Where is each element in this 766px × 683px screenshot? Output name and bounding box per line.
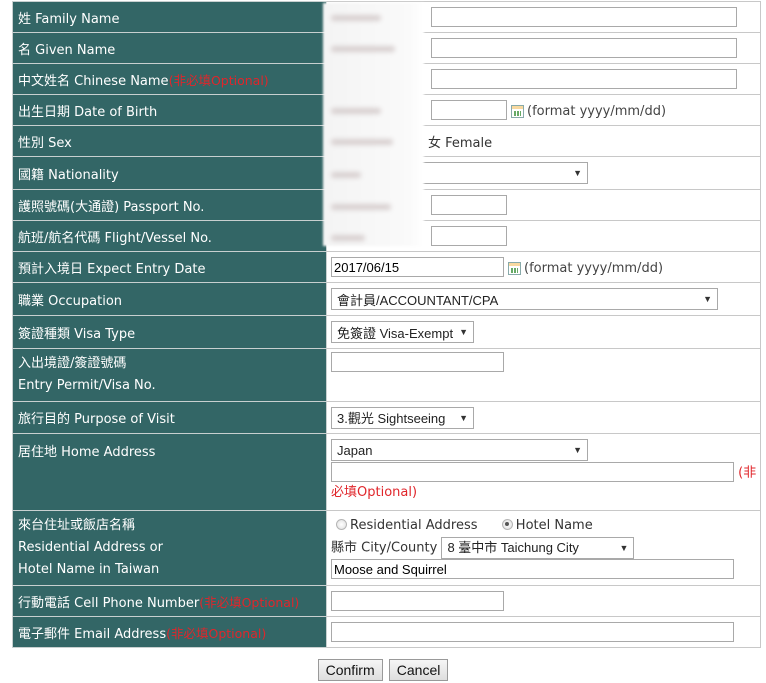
optional-note: (非: [738, 465, 757, 481]
visa-type-selected: 免簽證 Visa-Exempt: [337, 325, 454, 341]
dob-label: 出生日期 Date of Birth: [12, 94, 327, 126]
visa-type-label-text: 簽證種類 Visa Type: [18, 326, 136, 342]
flight-input[interactable]: [431, 226, 507, 246]
purpose-selected: 3.觀光 Sightseeing: [337, 411, 446, 426]
dob-format-hint: (format yyyy/mm/dd): [527, 103, 667, 119]
city-county-selected: 8 臺中市 Taichung City: [447, 539, 579, 555]
nationality-label-text: 國籍 Nationality: [18, 167, 119, 183]
home-address-label: 居住地 Home Address: [12, 433, 327, 511]
dob-input[interactable]: [431, 100, 507, 120]
home-country-select[interactable]: Japan ▼: [331, 439, 588, 461]
home-country-selected: Japan: [337, 442, 373, 458]
cancel-button[interactable]: Cancel: [388, 659, 449, 681]
entry-permit-label-line2: Entry Permit/Visa No.: [18, 378, 156, 393]
redacted-text: [331, 139, 393, 145]
occupation-select[interactable]: 會計員/ACCOUNTANT/CPA ▼: [331, 288, 718, 310]
sex-label: 性別 Sex: [12, 125, 327, 157]
optional-note: (非必填Optional): [168, 72, 269, 88]
family-name-label-text: 姓 Family Name: [18, 11, 120, 27]
chinese-name-input[interactable]: [431, 69, 737, 89]
redacted-text: [331, 46, 395, 52]
hotel-name-input[interactable]: [331, 559, 734, 579]
home-address-label-text: 居住地 Home Address: [18, 445, 156, 460]
chevron-down-icon: ▼: [573, 445, 582, 455]
redacted-text: [331, 235, 365, 241]
chinese-name-label-text: 中文姓名 Chinese Name: [18, 73, 169, 89]
radio-residential-label[interactable]: Residential Address: [350, 518, 478, 533]
redacted-text: [331, 15, 381, 21]
email-label: 電子郵件 Email Address(非必填Optional): [12, 616, 327, 648]
entry-date-label-text: 預計入境日 Expect Entry Date: [18, 261, 206, 277]
optional-note: (非必填Optional): [166, 625, 267, 641]
cell-phone-input[interactable]: [331, 591, 504, 611]
nationality-label: 國籍 Nationality: [12, 156, 327, 190]
family-name-input[interactable]: [431, 7, 737, 27]
occupation-selected: 會計員/ACCOUNTANT/CPA: [337, 292, 499, 308]
home-address-input[interactable]: [331, 462, 734, 482]
entry-date-input[interactable]: [331, 257, 504, 277]
entry-permit-input[interactable]: [331, 352, 504, 372]
privacy-blur-overlay: [323, 3, 424, 246]
chevron-down-icon: ▼: [703, 294, 712, 304]
confirm-button[interactable]: Confirm: [317, 659, 383, 681]
entry-permit-label: 入出境證/簽證號碼 Entry Permit/Visa No.: [12, 348, 327, 402]
passport-input[interactable]: [431, 195, 507, 215]
visa-type-select[interactable]: 免簽證 Visa-Exempt ▼: [331, 321, 474, 343]
cell-phone-label: 行動電話 Cell Phone Number(非必填Optional): [12, 585, 327, 617]
city-county-select[interactable]: 8 臺中市 Taichung City ▼: [441, 536, 635, 559]
radio-hotel-label[interactable]: Hotel Name: [516, 518, 593, 533]
calendar-icon[interactable]: [511, 104, 524, 118]
form-actions: Confirm Cancel: [0, 659, 766, 681]
occupation-label: 職業 Occupation: [12, 282, 327, 316]
given-name-input[interactable]: [431, 38, 737, 58]
family-name-label: 姓 Family Name: [12, 1, 327, 33]
redacted-text: [331, 204, 391, 210]
given-name-label-text: 名 Given Name: [18, 42, 116, 58]
dob-label-text: 出生日期 Date of Birth: [18, 104, 158, 120]
taiwan-address-label-line2: Residential Address or: [18, 540, 163, 555]
taiwan-address-label-line3: Hotel Name in Taiwan: [18, 562, 160, 577]
taiwan-address-label-line1: 來台住址或飯店名稱: [18, 518, 136, 533]
occupation-label-text: 職業 Occupation: [18, 293, 123, 309]
taiwan-address-label: 來台住址或飯店名稱 Residential Address or Hotel N…: [12, 510, 327, 586]
entry-date-format-hint: (format yyyy/mm/dd): [524, 260, 664, 276]
chevron-down-icon: ▼: [573, 168, 582, 178]
sex-female-option[interactable]: 女 Female: [428, 136, 492, 151]
redacted-text: [331, 172, 361, 178]
email-label-text: 電子郵件 Email Address: [18, 626, 167, 642]
given-name-label: 名 Given Name: [12, 32, 327, 64]
entry-date-label: 預計入境日 Expect Entry Date: [12, 251, 327, 283]
redacted-text: [331, 108, 381, 114]
cell-phone-label-text: 行動電話 Cell Phone Number: [18, 595, 200, 611]
radio-hotel-name[interactable]: [501, 518, 513, 530]
purpose-label: 旅行目的 Purpose of Visit: [12, 401, 327, 434]
entry-permit-label-line1: 入出境證/簽證號碼: [18, 356, 127, 371]
flight-label: 航班/航名代碼 Flight/Vessel No.: [12, 220, 327, 252]
purpose-label-text: 旅行目的 Purpose of Visit: [18, 412, 175, 427]
flight-label-text: 航班/航名代碼 Flight/Vessel No.: [18, 230, 212, 246]
chevron-down-icon: ▼: [459, 327, 468, 337]
chevron-down-icon: ▼: [459, 412, 468, 423]
chinese-name-label: 中文姓名 Chinese Name(非必填Optional): [12, 63, 327, 95]
passport-label: 護照號碼(大通證) Passport No.: [12, 189, 327, 221]
optional-note-continued: 必填Optional): [331, 485, 418, 500]
purpose-select[interactable]: 3.觀光 Sightseeing ▼: [331, 406, 474, 429]
optional-note: (非必填Optional): [199, 594, 300, 610]
radio-residential-address[interactable]: [336, 518, 347, 530]
chevron-down-icon: ▼: [619, 542, 629, 553]
sex-label-text: 性別 Sex: [18, 135, 72, 151]
email-input[interactable]: [331, 622, 734, 642]
calendar-icon[interactable]: [508, 261, 521, 275]
city-county-label: 縣市 City/County: [331, 540, 438, 555]
visa-type-label: 簽證種類 Visa Type: [12, 315, 327, 349]
passport-label-text: 護照號碼(大通證) Passport No.: [18, 199, 205, 215]
